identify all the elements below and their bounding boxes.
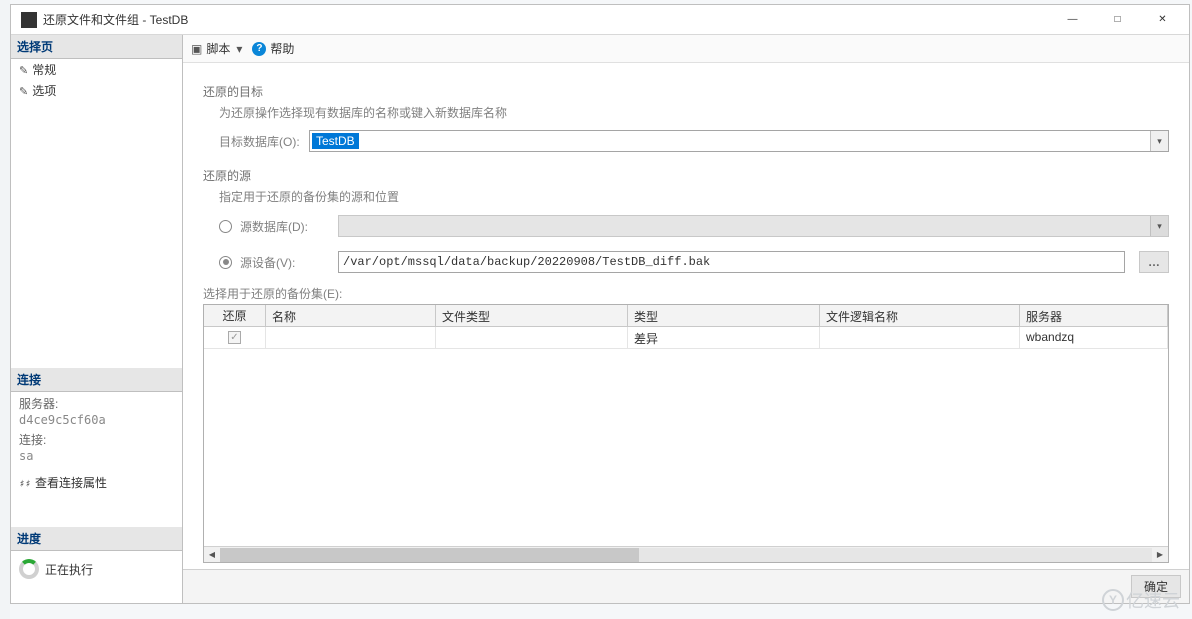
source-db-combobox: ▾ xyxy=(338,215,1169,237)
cell-filetype xyxy=(436,327,628,348)
help-label: 帮助 xyxy=(270,40,294,57)
main-area: ▣ 脚本 ? 帮助 还原的目标 为还原操作选择现有数据库的名称或键入新数据库名称… xyxy=(183,35,1189,603)
app-icon xyxy=(21,12,37,28)
cell-server: wbandzq xyxy=(1020,327,1168,348)
scroll-right-icon[interactable]: ▶ xyxy=(1152,548,1168,562)
dialog-window: 还原文件和文件组 - TestDB ― □ ✕ 选择页 常规 选项 连接 服务器… xyxy=(10,4,1190,604)
chevron-down-icon: ▾ xyxy=(1150,216,1168,236)
view-connection-link[interactable]: 查看连接属性 xyxy=(11,468,182,497)
connection-header: 连接 xyxy=(11,368,182,392)
ok-button[interactable]: 确定 xyxy=(1131,575,1181,598)
restore-checkbox[interactable]: ✓ xyxy=(228,331,241,344)
script-label: 脚本 xyxy=(206,40,230,57)
cell-name xyxy=(266,327,436,348)
source-db-radio[interactable] xyxy=(219,220,232,233)
target-db-label: 目标数据库(O): xyxy=(219,133,309,150)
dest-subtitle: 为还原操作选择现有数据库的名称或键入新数据库名称 xyxy=(203,100,1169,127)
server-label: 服务器: xyxy=(19,396,174,412)
chevron-down-icon[interactable] xyxy=(234,42,242,56)
chevron-down-icon[interactable]: ▾ xyxy=(1150,131,1168,151)
col-type[interactable]: 类型 xyxy=(628,305,820,326)
scroll-thumb[interactable] xyxy=(220,548,639,562)
sidebar-item-options[interactable]: 选项 xyxy=(11,80,182,101)
target-db-combobox[interactable]: TestDB ▾ xyxy=(309,130,1169,152)
col-logical[interactable]: 文件逻辑名称 xyxy=(820,305,1020,326)
col-name[interactable]: 名称 xyxy=(266,305,436,326)
source-device-radio[interactable] xyxy=(219,256,232,269)
source-device-input[interactable] xyxy=(338,251,1125,273)
source-title: 还原的源 xyxy=(203,167,1169,184)
sidebar-item-label: 常规 xyxy=(32,61,56,78)
target-db-value: TestDB xyxy=(312,133,359,149)
table-row[interactable]: ✓ 差异 wbandzq xyxy=(204,327,1168,349)
connection-info: 服务器: d4ce9c5cf60a 连接: sa xyxy=(11,392,182,468)
scroll-left-icon[interactable]: ◀ xyxy=(204,548,220,562)
script-button[interactable]: ▣ 脚本 xyxy=(191,40,242,57)
pen-icon xyxy=(19,84,28,98)
pen-icon xyxy=(19,63,28,77)
view-connection-label: 查看连接属性 xyxy=(35,474,107,491)
conn-value: sa xyxy=(19,448,174,464)
close-button[interactable]: ✕ xyxy=(1140,6,1185,34)
titlebar[interactable]: 还原文件和文件组 - TestDB ― □ ✕ xyxy=(11,5,1189,35)
source-device-label: 源设备(V): xyxy=(240,254,330,271)
col-server[interactable]: 服务器 xyxy=(1020,305,1168,326)
dest-title: 还原的目标 xyxy=(203,83,1169,100)
backupset-label: 选择用于还原的备份集(E): xyxy=(203,277,1169,304)
script-icon: ▣ xyxy=(191,42,202,56)
help-icon: ? xyxy=(252,42,266,56)
backupset-grid[interactable]: 还原 名称 文件类型 类型 文件逻辑名称 服务器 ✓ 差异 xyxy=(203,304,1169,563)
toolbar: ▣ 脚本 ? 帮助 xyxy=(183,35,1189,63)
source-subtitle: 指定用于还原的备份集的源和位置 xyxy=(203,184,1169,211)
conn-label: 连接: xyxy=(19,432,174,448)
col-restore[interactable]: 还原 xyxy=(204,305,266,326)
progress-header: 进度 xyxy=(11,527,182,551)
cell-type: 差异 xyxy=(628,327,820,348)
maximize-button[interactable]: □ xyxy=(1095,6,1140,34)
cell-logical xyxy=(820,327,1020,348)
grid-header: 还原 名称 文件类型 类型 文件逻辑名称 服务器 xyxy=(204,305,1168,327)
dialog-button-bar: 确定 xyxy=(183,569,1189,603)
minimize-button[interactable]: ― xyxy=(1050,6,1095,34)
window-title: 还原文件和文件组 - TestDB xyxy=(43,11,1050,28)
server-value: d4ce9c5cf60a xyxy=(19,412,174,428)
select-page-header: 选择页 xyxy=(11,35,182,59)
progress-text: 正在执行 xyxy=(45,561,93,578)
progress-status: 正在执行 xyxy=(11,551,182,587)
properties-icon xyxy=(19,476,31,490)
sidebar-item-general[interactable]: 常规 xyxy=(11,59,182,80)
source-db-label: 源数据库(D): xyxy=(240,218,330,235)
sidebar: 选择页 常规 选项 连接 服务器: d4ce9c5cf60a 连接: sa 查看… xyxy=(11,35,183,603)
spinner-icon xyxy=(19,559,39,579)
horizontal-scrollbar[interactable]: ◀ ▶ xyxy=(204,546,1168,562)
browse-button[interactable]: … xyxy=(1139,251,1169,273)
help-button[interactable]: ? 帮助 xyxy=(252,40,294,57)
sidebar-item-label: 选项 xyxy=(32,82,56,99)
col-filetype[interactable]: 文件类型 xyxy=(436,305,628,326)
